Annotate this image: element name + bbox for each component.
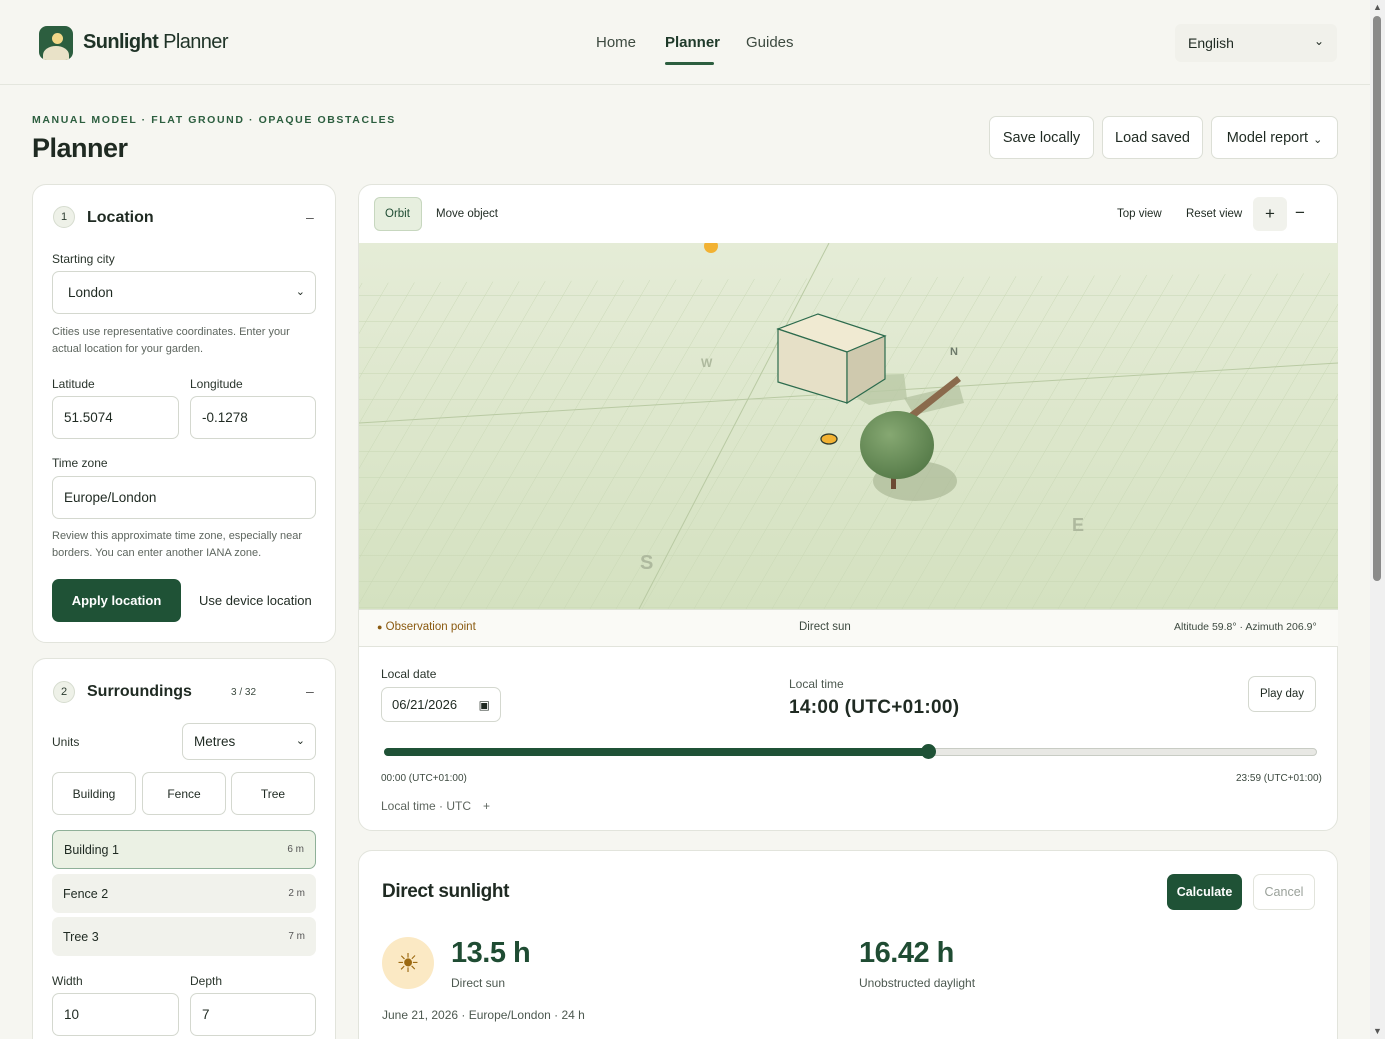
- nav-active-indicator: [665, 62, 714, 65]
- add-building-button[interactable]: Building: [52, 772, 136, 815]
- direct-sun-value: 13.5 h: [451, 937, 531, 969]
- daylight-value: 16.42 h: [859, 937, 954, 969]
- device-location-button[interactable]: Use device location: [199, 593, 312, 608]
- date-label: Local date: [381, 667, 437, 681]
- object-count: 3 / 32: [231, 687, 257, 698]
- chevron-down-icon: ⌄: [1313, 134, 1323, 146]
- scroll-up-icon[interactable]: ▲: [1373, 2, 1382, 12]
- top-view-button[interactable]: Top view: [1117, 208, 1162, 220]
- latitude-label: Latitude: [52, 377, 95, 391]
- units-select[interactable]: Metres ⌄: [182, 723, 316, 760]
- play-day-button[interactable]: Play day: [1248, 676, 1316, 712]
- surroundings-title: Surroundings: [87, 683, 192, 700]
- observation-point-legend: ● Observation point: [377, 621, 476, 633]
- chevron-down-icon: ⌄: [295, 735, 305, 747]
- time-mode-toggle[interactable]: Local time · UTC +: [381, 799, 490, 813]
- compass-north: N: [950, 346, 958, 358]
- latitude-input[interactable]: 51.5074: [52, 396, 179, 439]
- cancel-button[interactable]: Cancel: [1253, 874, 1315, 910]
- object-row-tree[interactable]: Tree 37 m: [52, 917, 316, 956]
- direct-sun-legend: Direct sun: [799, 621, 851, 633]
- calendar-icon: ▣: [478, 697, 490, 712]
- timezone-hint: Review this approximate time zone, espec…: [52, 530, 303, 559]
- orbit-label: Orbit: [385, 208, 410, 220]
- sun-position: Altitude 59.8° · Azimuth 206.9°: [1174, 621, 1317, 633]
- apply-location-button[interactable]: Apply location: [52, 579, 181, 622]
- object-row-fence[interactable]: Fence 22 m: [52, 874, 316, 913]
- object-row-building[interactable]: Building 16 m: [52, 830, 316, 869]
- step-number: 2: [53, 681, 75, 703]
- zoom-in-button[interactable]: +: [1253, 197, 1287, 231]
- scroll-down-icon[interactable]: ▼: [1373, 1026, 1382, 1036]
- reset-view-button[interactable]: Reset view: [1186, 208, 1242, 220]
- zoom-out-button[interactable]: −: [1295, 203, 1305, 223]
- step-number: 1: [53, 206, 75, 228]
- 3d-scene[interactable]: W N E S: [359, 243, 1338, 609]
- location-title: Location: [87, 209, 154, 226]
- language-select[interactable]: English ⌄: [1175, 24, 1337, 62]
- city-label: Starting city: [52, 252, 115, 266]
- city-select[interactable]: London ⌄: [52, 271, 316, 314]
- model-report-button[interactable]: Model report ⌄: [1211, 116, 1338, 159]
- longitude-input[interactable]: -0.1278: [190, 396, 316, 439]
- model-assumptions: MANUAL MODEL · FLAT GROUND · OPAQUE OBST…: [32, 114, 396, 126]
- width-label: Width: [52, 974, 83, 988]
- time-label: Local time: [789, 677, 844, 691]
- collapse-surroundings-button[interactable]: –: [306, 683, 314, 699]
- add-fence-button[interactable]: Fence: [142, 772, 226, 815]
- slider-end-label: 23:59 (UTC+01:00): [1236, 773, 1322, 784]
- chevron-down-icon: ⌄: [295, 286, 305, 298]
- slider-start-label: 00:00 (UTC+01:00): [381, 773, 467, 784]
- width-input[interactable]: 10: [52, 993, 179, 1036]
- compass-west: W: [701, 356, 713, 370]
- depth-label: Depth: [190, 974, 223, 988]
- results-title: Direct sunlight: [382, 881, 510, 902]
- brand-name[interactable]: Sunlight Planner: [83, 31, 228, 54]
- add-tree-button[interactable]: Tree: [231, 772, 315, 815]
- timezone-input[interactable]: Europe/London: [52, 476, 316, 519]
- timezone-label: Time zone: [52, 456, 108, 470]
- page-title: Planner: [32, 133, 128, 163]
- calculate-button[interactable]: Calculate: [1167, 874, 1242, 910]
- nav-home[interactable]: Home: [596, 34, 636, 51]
- nav-planner[interactable]: Planner: [665, 34, 720, 51]
- current-time: 14:00 (UTC+01:00): [789, 697, 960, 718]
- date-input[interactable]: 06/21/2026 ▣: [381, 687, 501, 722]
- load-saved-button[interactable]: Load saved: [1102, 116, 1203, 159]
- nav-guides[interactable]: Guides: [746, 34, 794, 51]
- scrollbar-thumb[interactable]: [1373, 16, 1381, 581]
- time-slider-fill: [384, 748, 928, 756]
- daylight-label: Unobstructed daylight: [859, 976, 976, 990]
- sun-icon: ☀: [382, 937, 434, 989]
- units-label: Units: [52, 735, 80, 749]
- depth-input[interactable]: 7: [190, 993, 316, 1036]
- city-hint: Cities use representative coordinates. E…: [52, 326, 290, 355]
- compass-east: E: [1072, 515, 1084, 535]
- direct-sun-label: Direct sun: [451, 976, 506, 990]
- longitude-label: Longitude: [190, 377, 243, 391]
- chevron-down-icon: ⌄: [1313, 34, 1324, 48]
- save-locally-button[interactable]: Save locally: [989, 116, 1094, 159]
- logo-icon[interactable]: [39, 26, 73, 60]
- move-object-button[interactable]: Move object: [436, 208, 498, 220]
- results-meta: June 21, 2026 · Europe/London · 24 h: [382, 1008, 585, 1022]
- time-slider-thumb[interactable]: [920, 744, 936, 759]
- compass-south: S: [640, 552, 653, 574]
- collapse-location-button[interactable]: –: [306, 209, 314, 225]
